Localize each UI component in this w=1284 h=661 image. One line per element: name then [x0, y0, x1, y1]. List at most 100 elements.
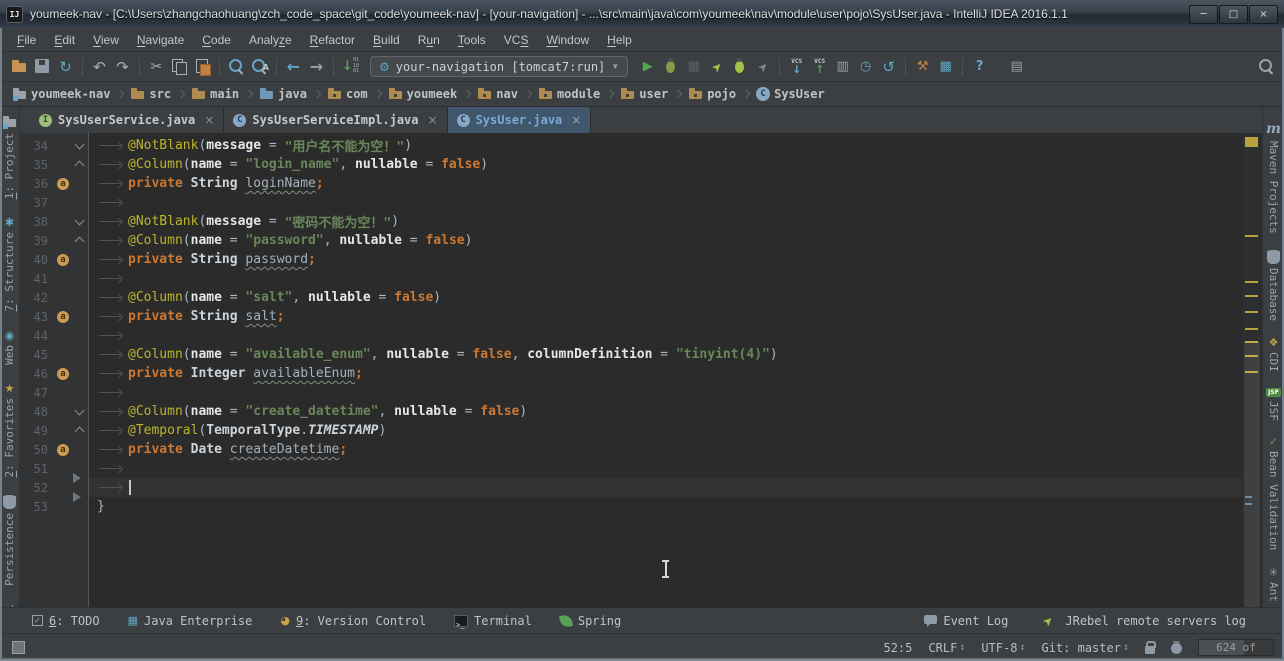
error-stripe-scrollbar[interactable]	[1242, 133, 1262, 607]
toolwindow-persistence[interactable]: Persistence	[3, 495, 16, 586]
menu-analyze[interactable]: Analyze	[240, 30, 301, 50]
fold-region-start-icon[interactable]	[75, 140, 85, 150]
breadcrumb-java[interactable]: java	[259, 87, 307, 101]
copy-icon[interactable]	[170, 57, 189, 76]
fold-region-start-icon[interactable]	[75, 406, 85, 416]
forward-icon[interactable]: →	[307, 57, 326, 76]
scrollbar-thumb[interactable]	[1244, 341, 1260, 607]
toolwindow-6-todo[interactable]: ✓6: TODO	[32, 614, 100, 628]
back-icon[interactable]: ←	[284, 57, 303, 76]
run-icon[interactable]: ▶	[638, 57, 657, 76]
maximize-button[interactable]: □	[1219, 5, 1248, 24]
vcs-branch[interactable]: Git: master↕	[1041, 641, 1129, 655]
fold-region-end-icon[interactable]	[75, 161, 85, 171]
breadcrumb-sysuser[interactable]: CSysUser	[756, 87, 825, 101]
breadcrumb-user[interactable]: user	[620, 87, 668, 101]
redo-icon[interactable]: ↷	[113, 57, 132, 76]
toolwindow-database[interactable]: Database	[1267, 250, 1280, 321]
rollback-icon[interactable]: ↺	[879, 57, 898, 76]
toolwindow-cdi[interactable]: ❖CDI	[1267, 337, 1280, 372]
tab-SysUser.java[interactable]: CSysUser.java×	[448, 107, 592, 133]
project-structure-icon[interactable]: ▦	[936, 57, 955, 76]
jrebel-debug-icon[interactable]	[730, 57, 749, 76]
analysis-status-icon[interactable]	[1245, 137, 1258, 147]
open-icon[interactable]	[10, 57, 29, 76]
jrebel-run-icon[interactable]	[707, 57, 726, 76]
breadcrumb-com[interactable]: com	[327, 87, 368, 101]
debug-icon[interactable]	[661, 57, 680, 76]
toolwindow-web[interactable]: Web◉	[3, 330, 16, 365]
menu-vcs[interactable]: VCS	[495, 30, 538, 50]
highlighting-level-icon[interactable]	[1171, 643, 1182, 654]
menu-navigate[interactable]: Navigate	[128, 30, 193, 50]
menu-build[interactable]: Build	[364, 30, 409, 50]
minimize-button[interactable]: ─	[1189, 5, 1218, 24]
replace-icon[interactable]: A	[250, 57, 269, 76]
help-icon[interactable]: ?	[970, 57, 989, 76]
save-all-icon[interactable]	[33, 57, 52, 76]
fold-region-start-icon[interactable]	[75, 216, 85, 226]
menu-run[interactable]: Run	[409, 30, 449, 50]
toolwindow-9-version-control[interactable]: ◕9: Version Control	[280, 614, 426, 628]
breadcrumb-pojo[interactable]: pojo	[688, 87, 736, 101]
toolwindow-terminal[interactable]: Terminal	[454, 614, 532, 628]
sort-lines-icon[interactable]: ↓011001	[341, 57, 360, 76]
annotation-gutter-icon[interactable]: a	[57, 444, 69, 456]
menu-code[interactable]: Code	[193, 30, 240, 50]
annotation-gutter-icon[interactable]: a	[57, 254, 69, 266]
annotation-gutter-icon[interactable]: a	[57, 311, 69, 323]
caret-position[interactable]: 52:5	[883, 641, 912, 655]
menu-tools[interactable]: Tools	[449, 30, 495, 50]
menu-help[interactable]: Help	[598, 30, 641, 50]
paste-icon[interactable]	[193, 57, 212, 76]
tab-close-icon[interactable]: ×	[204, 113, 214, 127]
toolwindow-maven-projects[interactable]: mMaven Projects	[1266, 121, 1281, 234]
cut-icon[interactable]: ✂	[147, 57, 166, 76]
fold-region-end-icon[interactable]	[75, 427, 85, 437]
vcs-update-icon[interactable]: VCS↓	[787, 57, 806, 76]
local-history-icon[interactable]: ◷	[856, 57, 875, 76]
coverage-icon[interactable]: ▦	[684, 57, 703, 76]
menu-file[interactable]: File	[8, 30, 45, 50]
memory-indicator[interactable]: 624 of 1016M	[1198, 639, 1274, 656]
vcs-shelve-icon[interactable]: ▥	[833, 57, 852, 76]
undo-icon[interactable]: ↶	[90, 57, 109, 76]
toolwindow-java-enterprise[interactable]: ▦Java Enterprise	[128, 614, 253, 628]
toolwindow-bean-validation[interactable]: ✓Bean Validation	[1267, 436, 1280, 550]
toolwindow-jrebel-remote-servers-log[interactable]: JRebel remote servers log	[1036, 611, 1246, 630]
toolwindow-7-structure[interactable]: 7: Structure✱	[3, 217, 16, 311]
menu-refactor[interactable]: Refactor	[301, 30, 364, 50]
run-configuration-select[interactable]: ⚙your-navigation [tomcat7:run]▼	[370, 56, 628, 77]
file-encoding[interactable]: UTF-8↕	[981, 641, 1025, 655]
synchronize-icon[interactable]: ↻	[56, 57, 75, 76]
search-everywhere-icon[interactable]	[1257, 57, 1276, 76]
menu-window[interactable]: Window	[537, 30, 598, 50]
breadcrumb-nav[interactable]: nav	[477, 87, 518, 101]
close-button[interactable]: ×	[1249, 5, 1278, 24]
breadcrumb-module[interactable]: module	[538, 87, 600, 101]
vcs-commit-icon[interactable]: VCS↑	[810, 57, 829, 76]
fold-region-end-icon[interactable]	[75, 237, 85, 247]
toolwindow-1-project[interactable]: 1: Project	[2, 115, 17, 199]
menu-view[interactable]: View	[84, 30, 128, 50]
annotation-gutter-icon[interactable]: a	[57, 368, 69, 380]
tab-SysUserService.java[interactable]: ISysUserService.java×	[30, 107, 224, 133]
find-icon[interactable]	[227, 57, 246, 76]
line-separator[interactable]: CRLF↕	[928, 641, 965, 655]
jrebel-disabled-icon[interactable]	[753, 57, 772, 76]
annotation-gutter-icon[interactable]: a	[57, 178, 69, 190]
breadcrumb-main[interactable]: main	[191, 87, 239, 101]
toolwindow-ant[interactable]: ✳Ant	[1267, 567, 1280, 602]
menu-edit[interactable]: Edit	[45, 30, 84, 50]
toolwindow-spring[interactable]: Spring	[560, 614, 621, 628]
breadcrumb-youmeek[interactable]: youmeek	[388, 87, 458, 101]
breadcrumb-src[interactable]: src	[130, 87, 171, 101]
breadcrumb-youmeek-nav[interactable]: youmeek-nav	[12, 87, 110, 101]
tab-close-icon[interactable]: ×	[571, 113, 581, 127]
tab-SysUserServiceImpl.java[interactable]: CSysUserServiceImpl.java×	[224, 107, 447, 133]
toolwindow-toggle-icon[interactable]	[12, 641, 25, 654]
code-editor[interactable]: 34@NotBlank(message = "用户名不能为空！")35@Colu…	[20, 133, 1262, 607]
settings-wrench-icon[interactable]: ⚒	[913, 57, 932, 76]
readonly-lock-icon[interactable]	[1145, 646, 1155, 654]
toolwindow-2-favorites[interactable]: 2: Favorites★	[3, 383, 16, 477]
